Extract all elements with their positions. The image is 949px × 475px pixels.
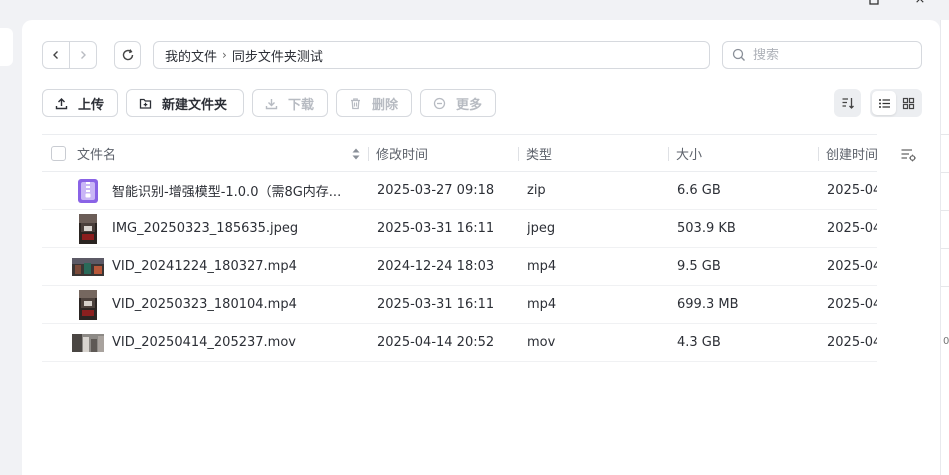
upload-label: 上传 [78,97,105,113]
refresh-button[interactable] [114,41,141,69]
list-view-button[interactable] [872,91,896,115]
more-icon [433,97,446,109]
grid-view-button[interactable] [896,91,920,115]
header-size[interactable]: 大小 [676,135,702,172]
search-icon [732,48,745,61]
breadcrumb: 我的文件 › 同步文件夹测试 [153,41,710,69]
file-name: 智能识别-增强模型-1.0.0（需8G内存... [112,185,342,200]
upload-button[interactable]: 上传 [42,89,118,117]
file-type: zip [527,183,546,198]
chevron-right-icon [80,51,86,59]
file-size: 9.5 GB [677,259,721,274]
download-label: 下载 [288,97,315,113]
file-type: jpeg [527,221,556,236]
upload-icon [55,97,68,109]
new-folder-icon [139,98,152,109]
file-type: mp4 [527,259,557,274]
view-mode-toggle [870,89,922,117]
breadcrumb-item-current[interactable]: 同步文件夹测试 [232,46,323,65]
file-size: 6.6 GB [677,183,721,198]
download-icon [265,98,278,109]
back-button[interactable] [43,42,69,68]
file-modified: 2025-03-31 16:11 [377,297,495,312]
table-row[interactable]: VID_20250323_180104.mp4 2025-03-31 16:11… [42,286,877,324]
table-row[interactable]: 智能识别-增强模型-1.0.0（需8G内存... 2025-03-27 09:1… [42,172,877,210]
file-type: mp4 [527,297,557,312]
refresh-icon [122,49,133,61]
list-view-icon [878,98,890,108]
file-size: 503.9 KB [677,221,736,236]
header-name[interactable]: 文件名 [77,135,116,172]
file-type: mov [527,335,556,350]
file-name: VID_20241224_180327.mp4 [112,259,297,274]
more-label: 更多 [456,97,483,113]
file-table: 文件名 修改时间 类型 大小 创建时间 智能识别-增强模型-1.0.0（需8G内… [42,134,877,362]
breadcrumb-separator-icon: › [222,48,227,62]
chevron-left-icon [53,51,58,59]
more-button[interactable]: 更多 [420,89,496,117]
file-size: 699.3 MB [677,297,739,312]
column-settings-icon[interactable] [900,146,918,164]
table-header: 文件名 修改时间 类型 大小 创建时间 [42,134,877,172]
file-browser-panel: 我的文件 › 同步文件夹测试 上传 新建文件夹 下载 删除 更多 [22,20,940,475]
breadcrumb-item-my-files[interactable]: 我的文件 [165,46,217,65]
file-created: 2025-04 [827,297,877,312]
sort-icon [842,98,854,109]
new-folder-label: 新建文件夹 [162,97,228,113]
delete-button[interactable]: 删除 [336,89,412,117]
close-icon[interactable]: × [912,0,928,8]
file-modified: 2025-03-27 09:18 [377,183,495,198]
file-modified: 2025-03-31 16:11 [377,221,495,236]
pin-icon[interactable] [866,0,882,8]
file-name: VID_20250414_205237.mov [112,335,296,350]
table-row[interactable]: VID_20241224_180327.mp4 2024-12-24 18:03… [42,248,877,286]
history-nav-group [42,41,97,69]
edge-text-fragment: 00 [943,336,949,347]
download-button[interactable]: 下载 [252,89,328,117]
file-created: 2025-04 [827,259,877,274]
left-panel-edge [0,28,13,66]
video-thumbnail-landscape [72,324,104,361]
video-thumbnail-portrait [72,286,104,323]
image-thumbnail-portrait [72,210,104,247]
right-panel-edge: 00 [940,20,949,475]
search-input[interactable] [753,47,903,63]
file-modified: 2024-12-24 18:03 [377,259,495,274]
delete-label: 删除 [372,97,399,113]
file-name: VID_20250323_180104.mp4 [112,297,297,312]
sort-button[interactable] [834,89,861,117]
video-thumbnail-landscape [72,248,104,285]
new-folder-button[interactable]: 新建文件夹 [126,89,244,117]
sort-toggle-icon[interactable] [351,135,361,172]
search-box [722,41,922,69]
trash-icon [351,97,360,109]
file-size: 4.3 GB [677,335,721,350]
file-modified: 2025-04-14 20:52 [377,335,495,350]
header-type[interactable]: 类型 [526,135,552,172]
file-name: IMG_20250323_185635.jpeg [112,221,299,236]
file-created: 2025-04 [827,183,877,198]
header-modified[interactable]: 修改时间 [376,135,428,172]
select-all-checkbox[interactable] [51,146,66,161]
forward-button[interactable] [70,42,96,68]
table-row[interactable]: IMG_20250323_185635.jpeg 2025-03-31 16:1… [42,210,877,248]
file-created: 2025-04 [827,221,877,236]
header-created[interactable]: 创建时间 [826,135,877,172]
zip-archive-icon [72,172,104,209]
file-created: 2025-04 [827,335,877,350]
grid-view-icon [902,97,914,109]
table-row[interactable]: VID_20250414_205237.mov 2025-04-14 20:52… [42,324,877,362]
